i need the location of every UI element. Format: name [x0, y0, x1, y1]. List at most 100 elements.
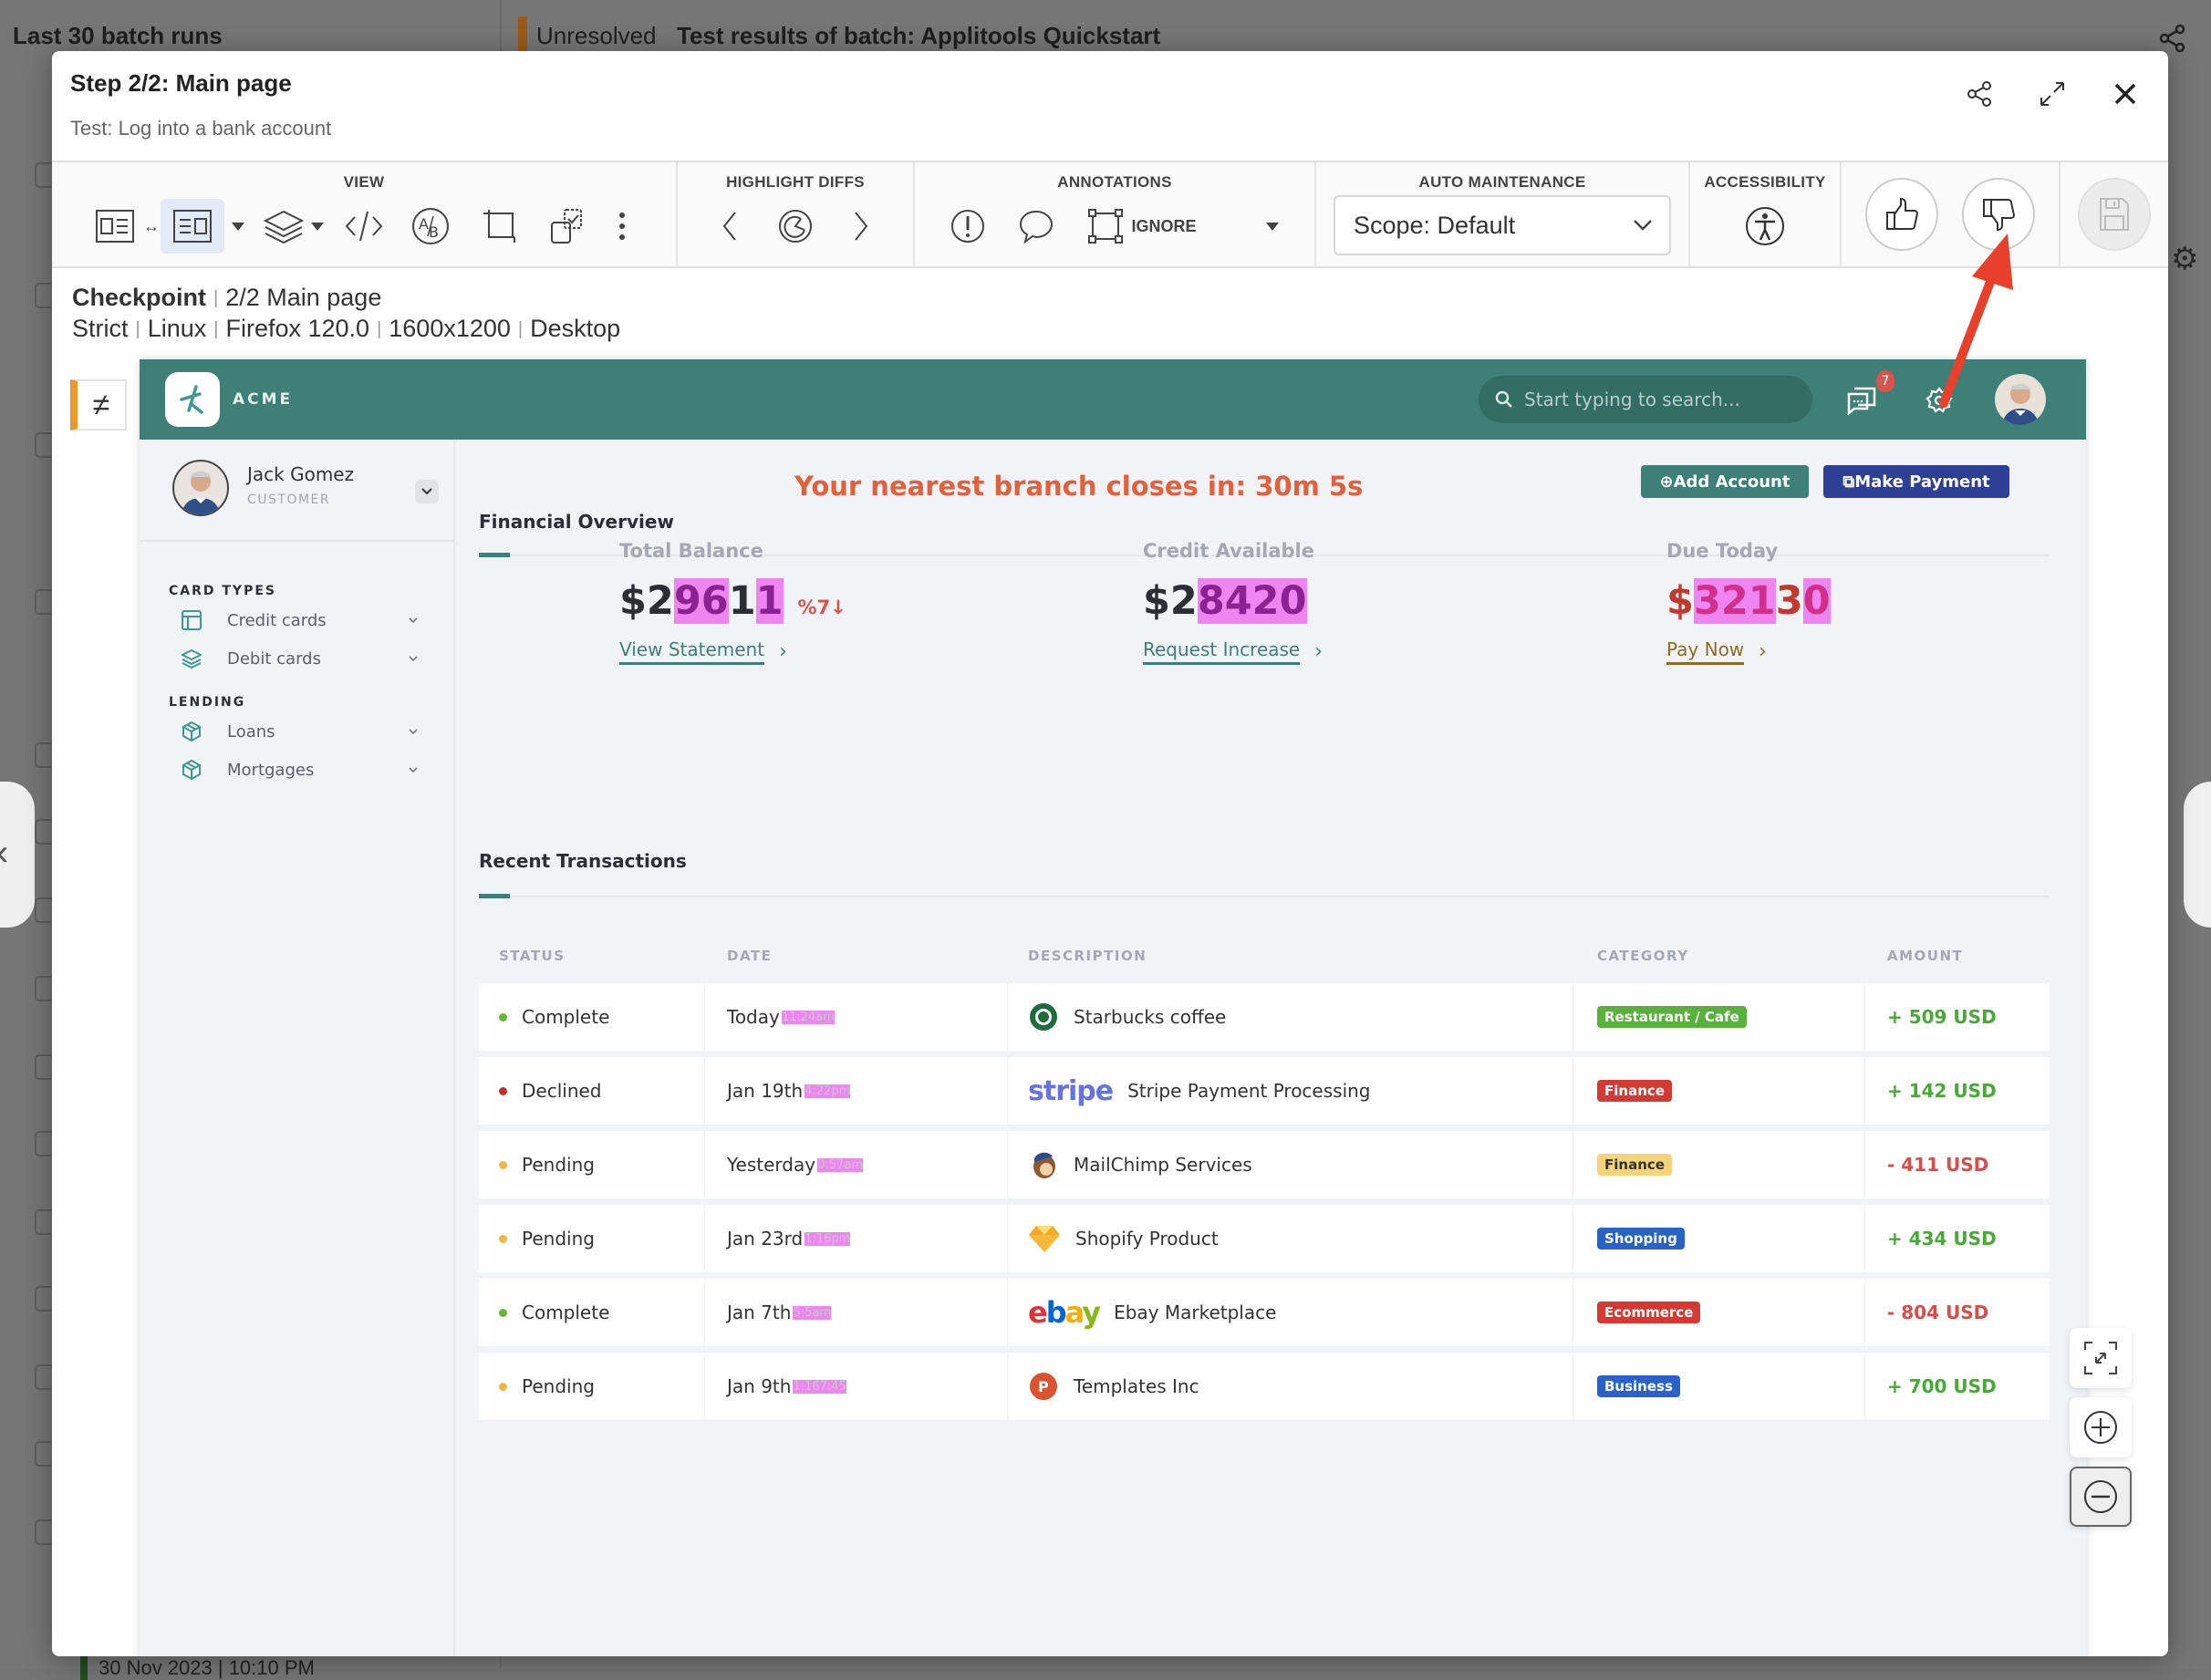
sidebar-section-card-types: CARD TYPES [169, 584, 276, 598]
svg-text:P: P [1038, 1378, 1049, 1395]
accessibility-icon[interactable] [1745, 199, 1785, 254]
sidebar-item-credit-cards[interactable]: Credit cards [182, 604, 419, 637]
device: Desktop [530, 315, 620, 342]
sidebar-item-label: Debit cards [227, 649, 321, 669]
diff-toggle-button[interactable]: ≠ [70, 379, 127, 430]
expand-icon[interactable] [2037, 78, 2068, 109]
match-level: Strict [72, 315, 129, 342]
date-text: Jan 7th [727, 1301, 791, 1323]
crop-icon[interactable] [467, 199, 531, 254]
step-title: Step 2/2: Main page [70, 69, 292, 98]
sidebar-item-label: Loans [227, 722, 275, 741]
time-text: 4:22pm [804, 1084, 850, 1098]
chevron-right-icon: › [1759, 640, 1767, 663]
next-step-button[interactable] [2184, 782, 2211, 928]
date-text: Jan 19th [727, 1080, 803, 1102]
annotations-group: ANNOTATIONS IGNORE [915, 162, 1316, 266]
user-avatar[interactable] [1995, 374, 2046, 425]
comment-icon[interactable] [1018, 199, 1054, 254]
table-row[interactable]: PendingJan 23rd1:16pmShopify ProductShop… [479, 1205, 2050, 1272]
status-text: Complete [522, 1301, 609, 1323]
save-icon [2098, 196, 2131, 233]
next-diff-icon[interactable] [852, 199, 870, 254]
category-badge: Business [1597, 1375, 1680, 1397]
table-row[interactable]: DeclinedJan 19th4:22pmstripeStripe Payme… [479, 1057, 2050, 1125]
view-dropdown-icon[interactable] [224, 199, 252, 254]
highlight-diffs-icon[interactable] [777, 199, 814, 254]
auto-maintenance-group: AUTO MAINTENANCE Scope: Default [1316, 162, 1690, 266]
os: Linux [148, 315, 207, 342]
previous-diff-icon[interactable] [721, 199, 739, 254]
stat-credit-available: Credit Available $28420 Request Increase… [1143, 367, 1323, 665]
description-text: Stripe Payment Processing [1127, 1080, 1370, 1102]
close-icon[interactable] [2110, 78, 2141, 109]
previous-step-button[interactable]: ‹ [0, 782, 35, 928]
thumbs-up-icon [1884, 196, 1920, 233]
category-badge: Restaurant / Cafe [1597, 1006, 1747, 1028]
ignore-region-button[interactable]: IGNORE [1087, 199, 1196, 254]
chevron-left-icon: ‹ [0, 833, 8, 874]
stat-total-balance: Total Balance $29611%7↓ View Statement› [619, 367, 846, 665]
swap-arrows-icon[interactable]: ↔ [142, 199, 161, 254]
messages-icon[interactable] [1845, 383, 1878, 416]
user-menu-button[interactable] [415, 480, 439, 503]
more-options-icon[interactable] [604, 199, 640, 254]
status-dot-icon [499, 1161, 507, 1169]
zoom-in-icon [2083, 1410, 2118, 1445]
code-icon[interactable] [334, 199, 394, 254]
test-name: Test: Log into a bank account [70, 117, 331, 140]
match-region-icon[interactable] [531, 199, 604, 254]
acme-logo-icon [165, 372, 220, 427]
share-icon[interactable] [1964, 78, 1995, 109]
table-row[interactable]: CompleteJan 7th5:5amebayEbay Marketplace… [479, 1279, 2050, 1346]
zoom-out-button[interactable] [2070, 1467, 2132, 1527]
annotation-type-dropdown[interactable] [1266, 199, 1279, 254]
user-name: Jack Gomez [247, 463, 354, 485]
sidebar-item-debit-cards[interactable]: Debit cards [182, 642, 419, 675]
stat-value: $32130 [1666, 578, 1831, 624]
scope-value: Scope: Default [1354, 212, 1515, 240]
table-row[interactable]: PendingYesterday0:57amMailChimp Services… [479, 1131, 2050, 1198]
zoom-in-button[interactable] [2070, 1397, 2132, 1457]
scope-select[interactable]: Scope: Default [1334, 195, 1671, 255]
make-payment-button[interactable]: ⧉Make Payment [1823, 465, 2009, 498]
issue-icon[interactable] [950, 199, 985, 254]
side-by-side-icon[interactable] [88, 199, 142, 254]
time-text: 1:167:45 [793, 1380, 846, 1394]
layers-icon[interactable] [252, 199, 334, 254]
description-text: Starbucks coffee [1074, 1006, 1226, 1028]
expected-view-icon[interactable] [161, 199, 224, 254]
table-row[interactable]: PendingJan 9th1:167:45PTemplates IncBusi… [479, 1353, 2050, 1420]
annotations-label: ANNOTATIONS [1057, 173, 1171, 192]
reject-button[interactable] [1962, 178, 2035, 251]
highlight-diffs-group: HIGHLIGHT DIFFS [678, 162, 915, 266]
time-text: 1:16pm [804, 1232, 850, 1246]
app-sidebar: Jack Gomez CUSTOMER CARD TYPES Credit ca… [140, 440, 455, 1656]
status-indicator [518, 16, 527, 53]
batch-title: Test results of batch: Applitools Quicks… [677, 22, 1160, 50]
status-text: Declined [522, 1080, 602, 1102]
sidebar-item-loans[interactable]: Loans [182, 715, 419, 748]
stat-due-today: Due Today $32130 Pay Now› [1666, 367, 1831, 665]
request-increase-link[interactable]: Request Increase› [1143, 638, 1323, 665]
save-button[interactable] [2078, 178, 2151, 251]
sidebar-item-mortgages[interactable]: Mortgages [182, 753, 419, 786]
date-text: Jan 23rd [727, 1228, 803, 1250]
column-header: AMOUNT [1865, 928, 2050, 983]
avatar [172, 460, 229, 516]
accessibility-group: ACCESSIBILITY [1690, 162, 1842, 266]
stat-value: $28420 [1143, 578, 1323, 624]
gear-icon[interactable]: ⚙ [2171, 241, 2198, 277]
status-text: Pending [522, 1375, 595, 1397]
view-statement-link[interactable]: View Statement› [619, 638, 787, 665]
accept-button[interactable] [1865, 178, 1938, 251]
share-icon[interactable] [2156, 22, 2189, 55]
chevron-down-icon [408, 722, 419, 741]
status-dot-icon [499, 1383, 507, 1391]
ab-compare-icon[interactable]: AB [394, 199, 467, 254]
table-row[interactable]: CompleteToday11:24amStarbucks coffeeRest… [479, 983, 2050, 1051]
pay-now-link[interactable]: Pay Now› [1666, 638, 1767, 665]
settings-gear-icon[interactable] [1926, 387, 1953, 414]
app-main: Your nearest branch closes in: 30m 5s ⊕A… [455, 440, 2086, 1656]
fit-to-screen-button[interactable] [2070, 1328, 2132, 1388]
